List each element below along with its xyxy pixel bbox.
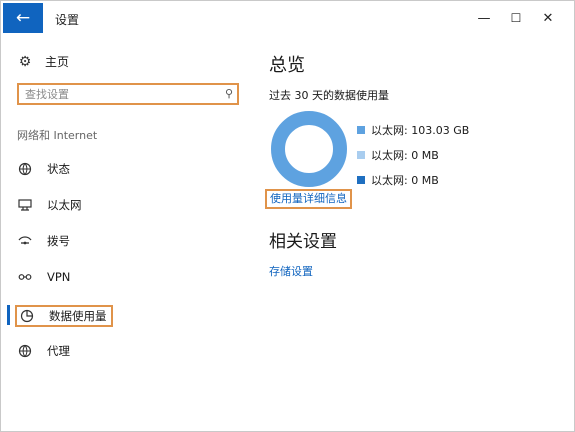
sidebar-item-ethernet[interactable]: 以太网 (17, 195, 82, 215)
minimize-button[interactable]: — (469, 7, 499, 29)
legend-row: 以太网: 0 MB (357, 167, 469, 192)
arrow-left-icon: ← (15, 8, 31, 28)
vpn-icon (17, 272, 33, 282)
legend-label: 以太网: 103.03 GB (371, 123, 470, 137)
legend-label: 以太网: 0 MB (371, 148, 439, 162)
nav-home[interactable]: ⚙ 主页 (17, 53, 69, 70)
dialup-icon (17, 235, 33, 247)
storage-settings-link[interactable]: 存储设置 (269, 263, 313, 279)
settings-window: ← 设置 — ☐ ✕ ⚙ 主页 ⚲ 网络和 Internet 状态 以太网 (0, 0, 575, 432)
gear-icon: ⚙ (18, 53, 32, 70)
sidebar-item-label: VPN (47, 270, 71, 284)
close-button[interactable]: ✕ (533, 7, 563, 29)
selection-indicator (7, 305, 10, 325)
title-bar: ← 设置 — ☐ ✕ (1, 1, 574, 35)
usage-donut-chart (271, 111, 347, 187)
usage-subtitle: 过去 30 天的数据使用量 (269, 89, 389, 102)
proxy-icon (17, 344, 33, 358)
usage-legend: 以太网: 103.03 GB 以太网: 0 MB 以太网: 0 MB (357, 117, 469, 192)
legend-swatch (357, 175, 365, 184)
sidebar-item-label: 代理 (47, 344, 70, 358)
related-settings-title: 相关设置 (269, 232, 337, 252)
legend-row: 以太网: 0 MB (357, 142, 469, 167)
section-label: 网络和 Internet (17, 129, 98, 142)
legend-row: 以太网: 103.03 GB (357, 117, 469, 142)
search-box[interactable]: ⚲ (17, 83, 239, 105)
sidebar-item-data-usage[interactable]: 数据使用量 (15, 305, 113, 327)
page-title: 总览 (269, 55, 305, 76)
data-usage-icon (19, 309, 35, 323)
search-icon[interactable]: ⚲ (225, 87, 233, 100)
nav-home-label: 主页 (45, 55, 70, 69)
maximize-button[interactable]: ☐ (501, 7, 531, 29)
window-title: 设置 (55, 13, 80, 27)
sidebar-item-label: 以太网 (47, 198, 82, 212)
sidebar: ⚙ 主页 ⚲ 网络和 Internet 状态 以太网 拨号 (1, 35, 251, 431)
sidebar-item-label: 拨号 (47, 234, 70, 248)
sidebar-item-label: 数据使用量 (49, 309, 107, 323)
usage-details-link[interactable]: 使用量详细信息 (265, 189, 352, 209)
search-input[interactable] (25, 87, 210, 101)
donut-ring (271, 111, 347, 187)
sidebar-item-dialup[interactable]: 拨号 (17, 231, 70, 251)
back-button[interactable]: ← (3, 3, 43, 33)
legend-swatch (357, 125, 365, 134)
main-content: 总览 过去 30 天的数据使用量 以太网: 103.03 GB 以太网: 0 M… (265, 35, 569, 431)
sidebar-item-proxy[interactable]: 代理 (17, 341, 70, 361)
sidebar-item-label: 状态 (47, 162, 70, 176)
ethernet-icon (17, 199, 33, 211)
globe-status-icon (17, 162, 33, 176)
legend-label: 以太网: 0 MB (371, 173, 439, 187)
sidebar-item-status[interactable]: 状态 (17, 159, 70, 179)
legend-swatch (357, 150, 365, 159)
sidebar-item-vpn[interactable]: VPN (17, 267, 70, 287)
